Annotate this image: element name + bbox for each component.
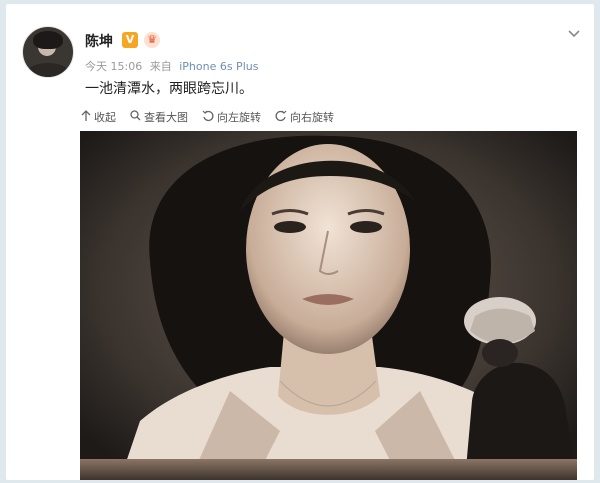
rotate-right-icon xyxy=(275,110,287,125)
avatar-hair xyxy=(33,31,63,49)
device-source[interactable]: iPhone 6s Plus xyxy=(179,60,258,73)
rotate-left-icon xyxy=(202,110,214,125)
avatar-shoulders xyxy=(27,63,69,77)
author-avatar[interactable] xyxy=(22,26,74,78)
vip-crown-icon: ♛ xyxy=(144,32,160,48)
rotate-right-label: 向右旋转 xyxy=(290,111,334,124)
rotate-right-button[interactable]: 向右旋转 xyxy=(275,108,334,126)
weibo-post-card: 陈坤 V ♛ 今天 15:06 来自 iPhone 6s Plus 一池清潭水，… xyxy=(6,4,594,480)
view-large-button[interactable]: 查看大图 xyxy=(130,108,188,126)
author-name[interactable]: 陈坤 xyxy=(85,31,113,51)
arrow-up-icon xyxy=(81,109,91,125)
photo-illustration xyxy=(80,131,577,480)
post-meta: 今天 15:06 来自 iPhone 6s Plus xyxy=(85,58,262,74)
collapse-label: 收起 xyxy=(94,111,116,124)
rotate-left-label: 向左旋转 xyxy=(217,111,261,124)
post-time[interactable]: 今天 15:06 xyxy=(85,60,142,73)
chevron-down-icon[interactable] xyxy=(566,26,582,42)
collapse-button[interactable]: 收起 xyxy=(81,108,116,126)
post-photo[interactable] xyxy=(80,131,577,480)
view-large-label: 查看大图 xyxy=(144,111,188,124)
post-text: 一池清潭水，两眼跨忘川。 xyxy=(85,81,253,97)
rotate-left-button[interactable]: 向左旋转 xyxy=(202,108,261,126)
source-prefix: 来自 xyxy=(149,60,172,73)
magnifier-icon xyxy=(130,110,141,124)
verified-badge-icon: V xyxy=(122,32,138,48)
image-toolbar: 收起 查看大图 向左旋转 向右旋转 xyxy=(81,108,334,126)
